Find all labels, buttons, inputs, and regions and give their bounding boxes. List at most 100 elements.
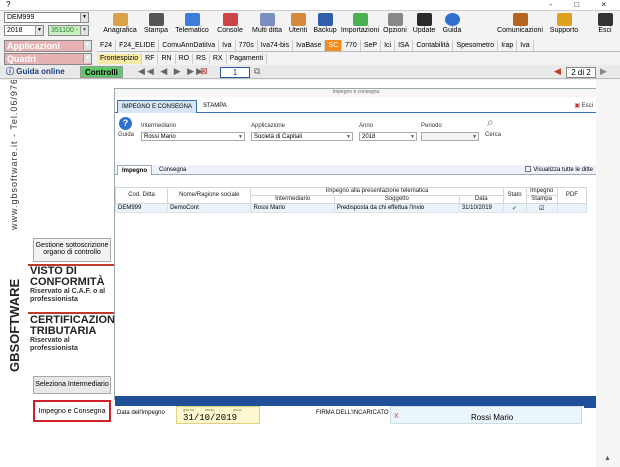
tab-item[interactable]: Iva74-bis [258,40,294,51]
supporto-button[interactable]: Supporto [547,12,581,38]
company-select[interactable]: DEM999 ▼ [4,12,89,23]
tab-item[interactable]: 770 [342,40,361,51]
quadri-select[interactable]: Quadri ▼ [4,53,92,65]
guida-online-link[interactable]: ⓘ Guida online [2,66,69,78]
comunicazioni-button[interactable]: Comunicazioni [497,12,543,38]
tab-item[interactable]: SeP [361,40,382,51]
tab-item[interactable]: ISA [395,40,414,51]
backup-button[interactable]: Backup [312,12,338,38]
record-nav-arrows[interactable]: ◀◀ ◀ ▶ ▶▶ [138,66,205,77]
seleziona-intermediario-button[interactable]: Seleziona Intermediario [33,376,111,394]
year-select[interactable]: 2018 ▼ [4,25,44,36]
tab-item[interactable]: 770s [236,40,258,51]
controlli-button[interactable]: Controlli [80,66,123,78]
quadro-tab-item[interactable]: Frontespizio [97,54,143,64]
col-pdf[interactable]: PDF [556,187,588,204]
tab-item[interactable]: IvaBase [293,40,326,51]
year-caption: anno [233,407,242,412]
stampa-button[interactable]: Stampa [141,12,171,38]
period-select[interactable]: 351100 - ▼ [48,25,89,36]
multi-ditta-button[interactable]: Multi ditta [250,12,284,38]
applicazioni-label: Applicazioni [7,41,61,51]
chevron-down-icon: ▼ [472,134,477,140]
guida-button[interactable]: Guida [440,12,464,38]
opzioni-button[interactable]: Opzioni [382,12,408,38]
quadro-tab-item[interactable]: RO [176,54,194,64]
magnifier-icon[interactable]: ⌕ [487,115,494,130]
impegno-consegna-button[interactable]: Impegno e Consegna [33,400,111,422]
col-cod[interactable]: Cod. Ditta [114,187,169,204]
applicazione-select[interactable]: Società di Capitali ▼ [251,132,353,141]
col-data[interactable]: Data [458,195,504,204]
update-button[interactable]: Update [410,12,438,38]
title-bar: ? - □ × [0,0,620,11]
subtab-consegna[interactable]: Consegna [155,165,190,175]
visto-title: VISTO DI CONFORMITÀ [30,265,105,288]
window-controls[interactable]: - □ × [549,0,616,9]
scroll-up-icon[interactable]: ▲ [604,455,611,462]
info-icon: ⓘ [6,67,17,76]
anagrafica-button[interactable]: Anagrafica [103,12,137,38]
quadro-tab-item[interactable]: RX [210,54,227,64]
data-impegno-field[interactable]: giorno mese anno 31/10/2019 [176,406,260,424]
quadro-tab-item[interactable]: RF [142,54,159,64]
esci-button[interactable]: Esci [594,12,616,38]
button-label: Update [412,27,436,34]
tab-item[interactable]: F24 [97,40,117,51]
quadro-tab-item[interactable]: RN [158,54,176,64]
chevron-down-icon: ▼ [238,134,243,140]
quadro-tab-item[interactable]: RS [193,54,210,64]
col-soggetto[interactable]: Soggetto [333,195,460,204]
table-row[interactable]: DEM999 DemoCont Rossi Mario Predisposta da … [114,203,588,213]
chevron-down-icon: ▼ [35,26,43,35]
help-icon [444,13,460,26]
intermediario-select[interactable]: Rossi Mario ▼ [141,132,245,141]
applicazioni-select[interactable]: Applicazioni ▼ [4,40,92,52]
chevron-down-icon: ▼ [80,26,88,35]
tab-item[interactable]: Ici [381,40,396,51]
tab-impegno-consegna[interactable]: IMPEGNO E CONSEGNA [117,100,198,113]
visualizza-tutte-checkbox[interactable]: Visualizza tutte le ditte [525,165,593,175]
col-nome[interactable]: Nome/Ragione sociale [167,187,252,204]
prev-page-icon[interactable]: ◀ [554,66,563,77]
console-button[interactable]: Console [215,12,245,38]
subtab-impegno[interactable]: Impegno [117,165,152,175]
anno-select[interactable]: 2018 ▼ [359,132,417,141]
tab-item[interactable]: Iva [517,40,534,51]
button-label: Importazioni [340,27,380,34]
periodo-select[interactable]: ▼ [421,132,479,141]
tab-item[interactable]: Irap [498,40,518,51]
quadro-tab-item[interactable]: Pagamenti [227,54,268,64]
utenti-button[interactable]: Utenti [286,12,310,38]
vertical-scrollbar[interactable] [596,80,620,467]
tab-item[interactable]: Spesometro [453,40,499,51]
tab-item[interactable]: ComuAnnDatiIva [159,40,220,51]
panel-exit-button[interactable]: ▣ Esci [574,102,593,109]
col-intermediario[interactable]: Intermediario [250,195,335,204]
cell-nome: DemoCont [167,203,252,213]
col-stato[interactable]: Stato [502,187,527,204]
copy-icon[interactable]: ⧉ [254,66,262,77]
help-icon[interactable]: ? [119,117,132,130]
anno-label: Anno [359,123,374,129]
tab-item[interactable]: SC [325,40,343,51]
gestione-sottoscrizione-button[interactable]: Gestione sottoscrizione organo di contro… [33,238,111,262]
cell-stampa[interactable]: ☑ [525,203,558,213]
importazioni-button[interactable]: Importazioni [340,12,380,38]
filter-bar: ? Guida Intermediario Rossi Mario ▼ Appli… [115,115,597,159]
group-impegno-telematico: Impegno alla presentazione telematica [250,187,504,196]
tab-item[interactable]: Contabilità [413,40,454,51]
col-stampa[interactable]: Stampa [525,195,558,204]
firma-field[interactable]: X Rossi Mario [390,406,582,424]
quadri-label: Quadri [7,54,37,64]
telematico-button[interactable]: Telematico [173,12,211,38]
chevron-down-icon: ▼ [346,134,351,140]
tab-item[interactable]: Iva [219,40,236,51]
delete-icon[interactable]: ⊠ [200,66,210,77]
cell-intermediario: Rossi Mario [250,203,335,213]
tab-item[interactable]: F24_ELIDE [116,40,160,51]
next-page-icon[interactable]: ▶ [600,66,609,77]
tab-stampa[interactable]: STAMPA [199,100,231,113]
page-input[interactable]: 1 [220,67,250,78]
brand-vertical: www.gbsoftware.it - Tel.06/97626 GBSOFTW… [7,80,22,372]
